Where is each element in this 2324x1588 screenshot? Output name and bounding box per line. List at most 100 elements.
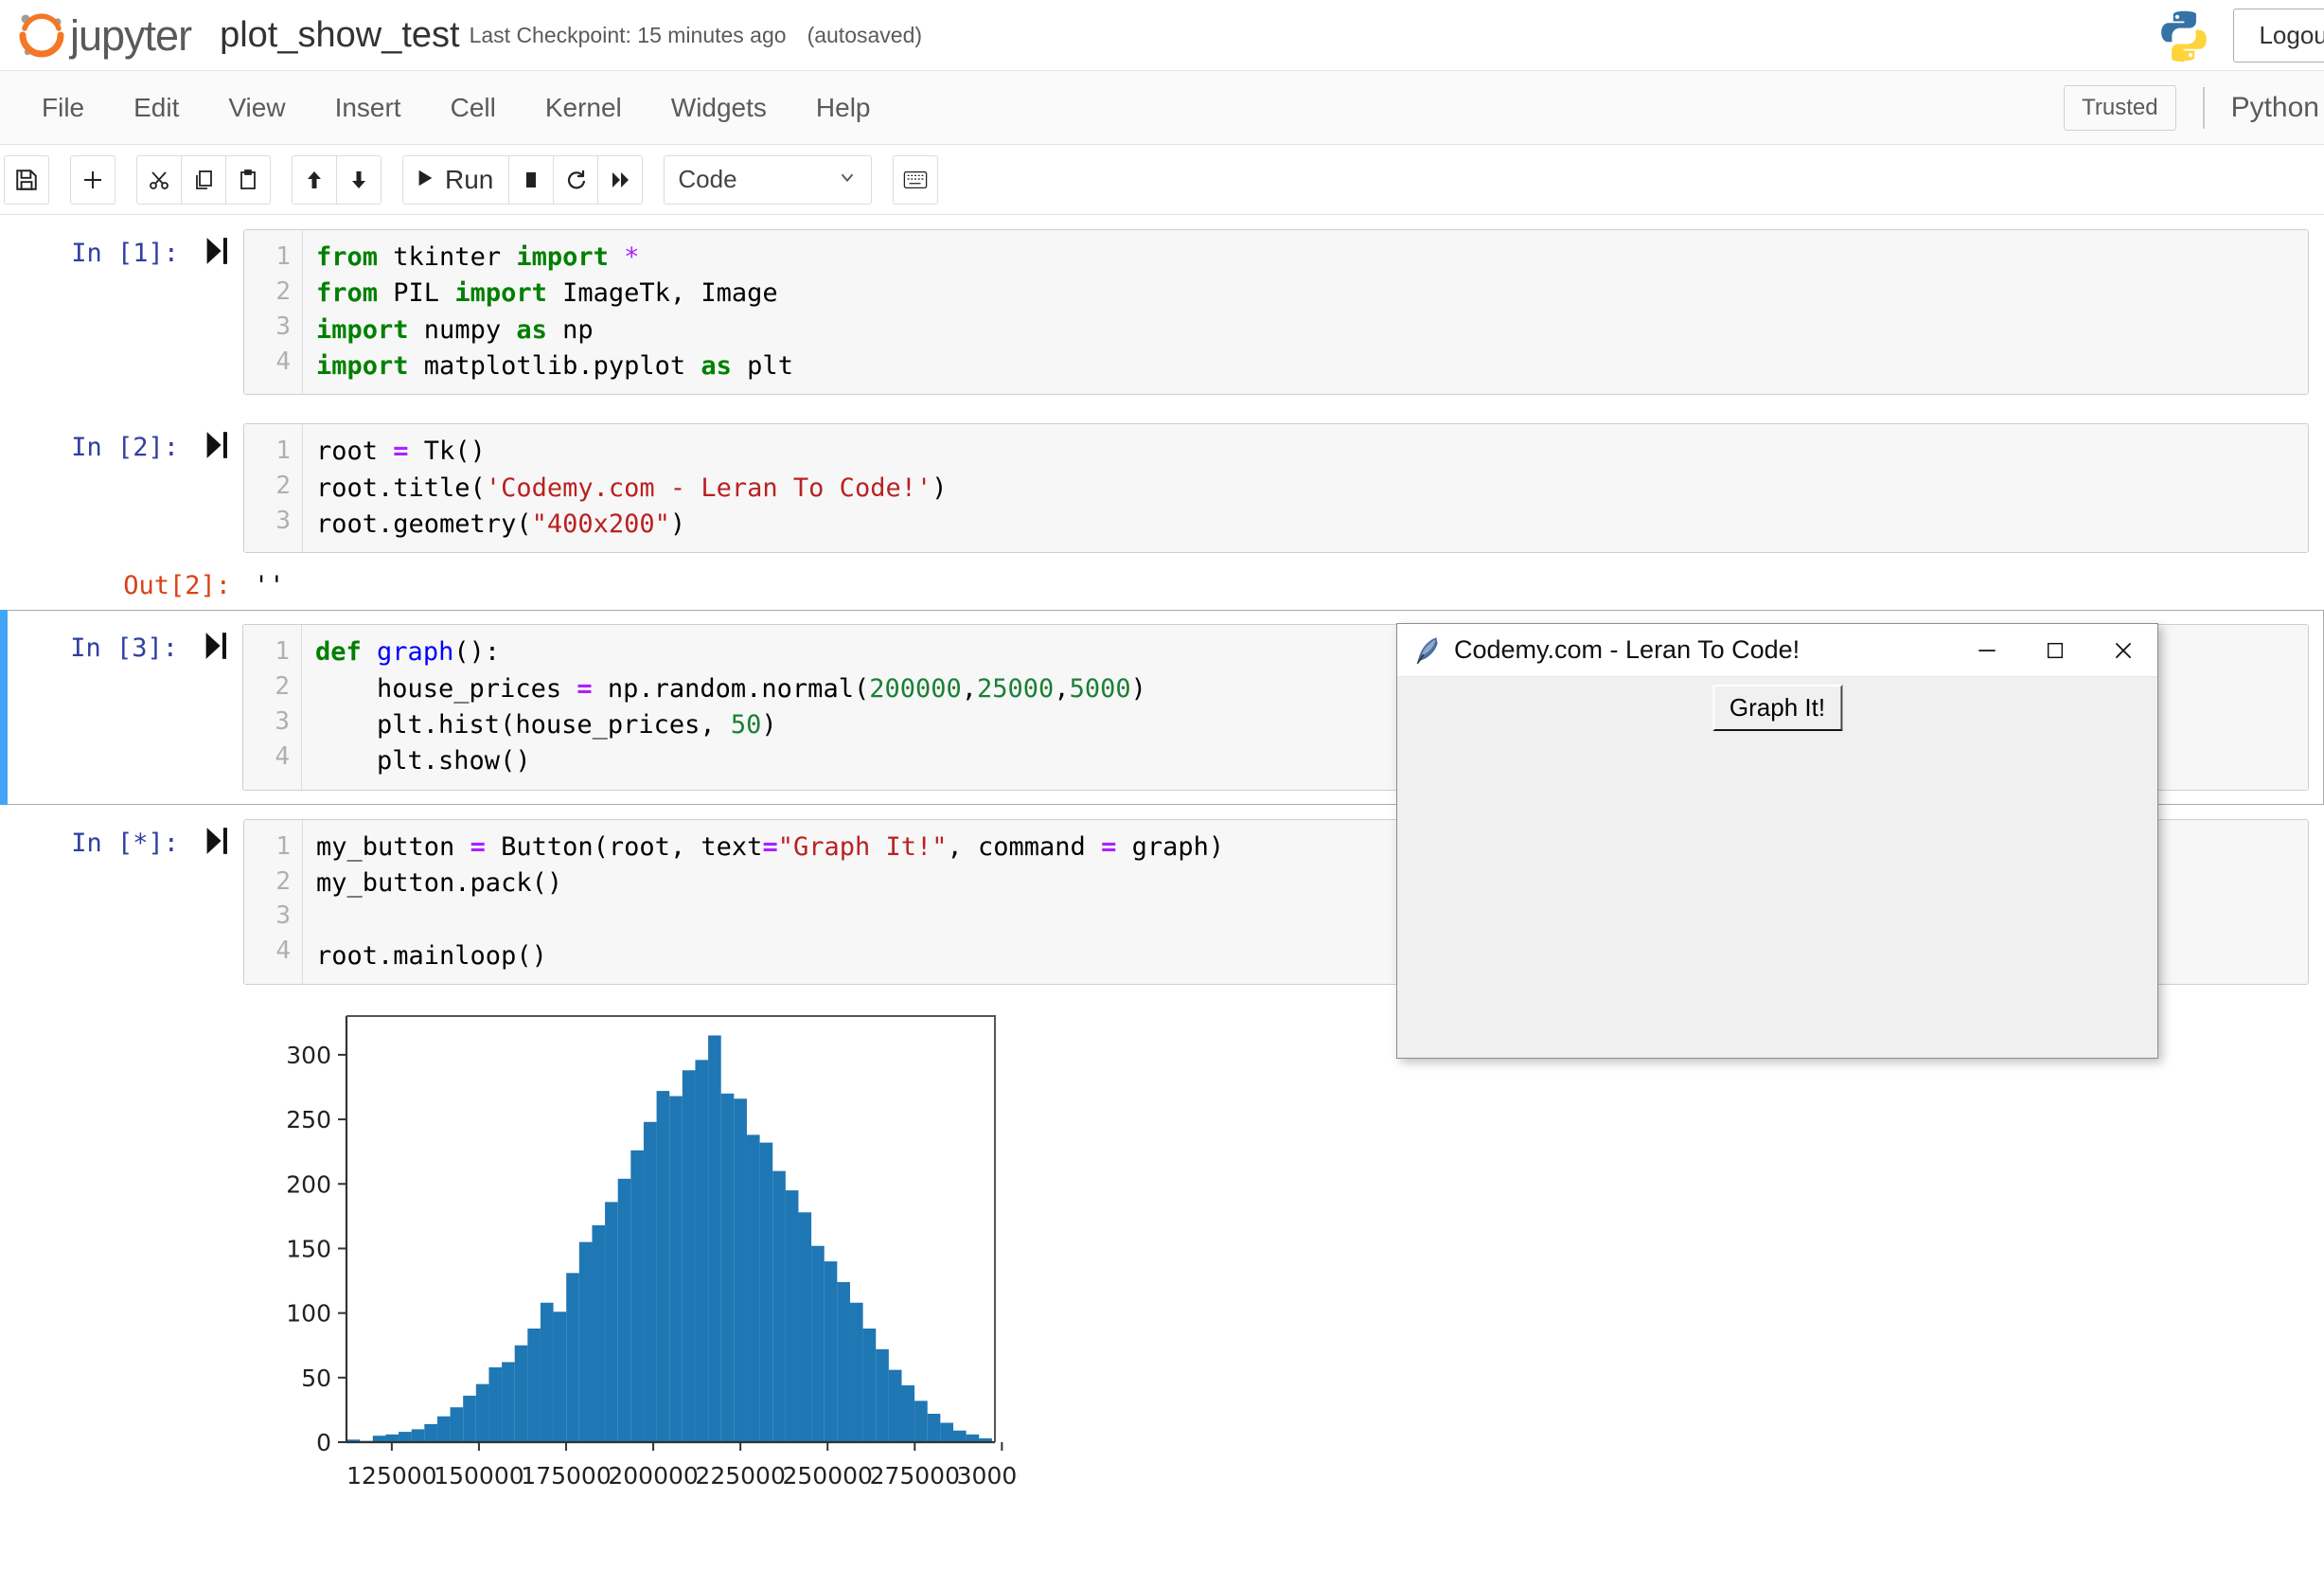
minimize-icon[interactable] [1953,624,2021,677]
cell-prompt: In [*]: [71,828,179,858]
tkinter-titlebar[interactable]: Codemy.com - Leran To Code! [1397,624,2157,677]
cell-type-select[interactable]: Code [664,154,873,205]
histogram-bar [592,1224,606,1442]
cell-prompt: In [2]: [71,433,179,463]
run-label: Run [445,164,494,194]
histogram-bar [527,1328,541,1442]
command-palette-button[interactable] [893,154,939,205]
jupyter-wordmark: jupyter [70,10,192,60]
menu-help[interactable]: Help [791,71,896,145]
run-button[interactable]: Run [402,154,510,205]
histogram-bar [540,1302,554,1442]
histogram-bar [399,1432,412,1442]
run-cell-icon[interactable] [189,624,242,790]
insert-cell-below-button[interactable] [70,154,115,205]
cell-type-value: Code [678,165,737,193]
chevron-down-icon [837,165,858,194]
notebook-title[interactable]: plot_show_test [220,17,460,53]
autosave-status: (autosaved) [807,22,923,47]
jupyter-mark-icon [17,10,66,60]
paste-button[interactable] [225,154,271,205]
trusted-badge[interactable]: Trusted [2064,85,2176,131]
interrupt-kernel-button[interactable] [508,154,555,205]
histogram-bar [553,1311,567,1442]
menu-kernel[interactable]: Kernel [521,71,647,145]
histogram-bar [411,1429,425,1442]
histogram-bar [566,1273,579,1442]
x-axis-tick-label: 300000 [957,1462,1019,1490]
menu-file[interactable]: File [17,71,109,145]
histogram-bar [824,1261,838,1442]
histogram-bar [514,1345,528,1442]
line-numbers: 123 [244,424,303,553]
histogram-bar [605,1202,618,1442]
histogram-svg: 0 50 100 150 200 250 300 1250001500001750002000… [286,1014,1019,1490]
histogram-bar [901,1384,915,1442]
menu-cell[interactable]: Cell [426,71,521,145]
save-button[interactable] [4,154,49,205]
menu-widgets[interactable]: Widgets [647,71,791,145]
histogram-bar [385,1434,399,1442]
cell-prompt: In [1]: [71,239,179,268]
histogram-bar [488,1366,503,1442]
maximize-icon[interactable] [2021,624,2089,677]
histogram-bar [849,1302,863,1442]
cell-source-code[interactable]: root = Tk() root.title('Codemy.com - Ler… [303,424,2308,553]
menu-view[interactable]: View [204,71,310,145]
y-axis-tick-label: 200 [286,1170,331,1198]
notebook-header: jupyter plot_show_test Last Checkpoint: … [0,0,2324,71]
menu-insert[interactable]: Insert [310,71,426,145]
close-icon[interactable] [2089,624,2157,677]
histogram-bar [720,1093,735,1442]
logout-button[interactable]: Logout [2233,9,2324,62]
histogram-bar [966,1434,980,1442]
jupyter-logo[interactable]: jupyter [17,10,192,60]
histogram-bar [450,1407,464,1442]
y-axis-tick-label: 250 [286,1106,331,1133]
line-numbers: 1234 [244,819,303,984]
menu-bar: File Edit View Insert Cell Kernel Widget… [0,71,2324,145]
cell-input-area[interactable]: 123 root = Tk() root.title('Codemy.com -… [243,423,2309,554]
histogram-bar [862,1328,877,1442]
cell-prompt: In [3]: [70,633,178,664]
cell-input-area[interactable]: 1234 from tkinter import * from PIL impo… [243,229,2309,396]
cell-output-figure-row: 0 50 100 150 200 250 300 125000 150000 175000 2000… [0,999,2324,1529]
restart-kernel-button[interactable] [553,154,599,205]
histogram-bar [578,1241,593,1442]
tkinter-window[interactable]: Codemy.com - Leran To Code! Graph It! [1396,623,2158,1059]
histogram-bar [708,1035,721,1442]
toolbar-group-clipboard [136,154,271,205]
line-numbers: 1234 [244,230,303,395]
y-axis-tick-label: 0 [316,1429,331,1456]
copy-button[interactable] [181,154,226,205]
run-cell-icon[interactable] [190,423,243,553]
histogram-figure: 0 50 100 150 200 250 300 125000 150000 175000 2000… [242,999,1019,1520]
restart-and-run-all-button[interactable] [597,154,644,205]
last-checkpoint: Last Checkpoint: 15 minutes ago [469,22,787,47]
notebook-cell[interactable]: In [2]: 123 root = Tk() root.title('Code… [0,409,2324,567]
play-icon [415,165,435,195]
line-numbers: 1234 [243,625,302,790]
histogram-bar [952,1430,967,1442]
y-axis-tick-label: 100 [286,1300,331,1328]
graph-it-button[interactable]: Graph It! [1712,685,1843,731]
menu-edit[interactable]: Edit [109,71,204,145]
toolbar-group-run: Run [402,154,644,205]
histogram-bar [746,1134,760,1442]
run-cell-icon[interactable] [190,819,243,985]
histogram-bar [682,1070,696,1442]
histogram-bar [940,1422,953,1442]
cut-button[interactable] [136,154,182,205]
run-cell-icon[interactable] [190,229,243,395]
move-cell-up-button[interactable] [292,154,337,205]
histogram-bar [734,1098,747,1442]
cell-source-code[interactable]: from tkinter import * from PIL import Im… [303,230,2308,395]
histogram-bar [436,1416,451,1442]
move-cell-down-button[interactable] [336,154,381,205]
toolbar-group-move [292,154,381,205]
histogram-bar [695,1060,709,1442]
histogram-bar [798,1212,812,1442]
histogram-bar [888,1369,902,1442]
notebook-cell[interactable]: In [1]: 1234 from tkinter import * from … [0,215,2324,409]
histogram-bar [927,1413,941,1442]
